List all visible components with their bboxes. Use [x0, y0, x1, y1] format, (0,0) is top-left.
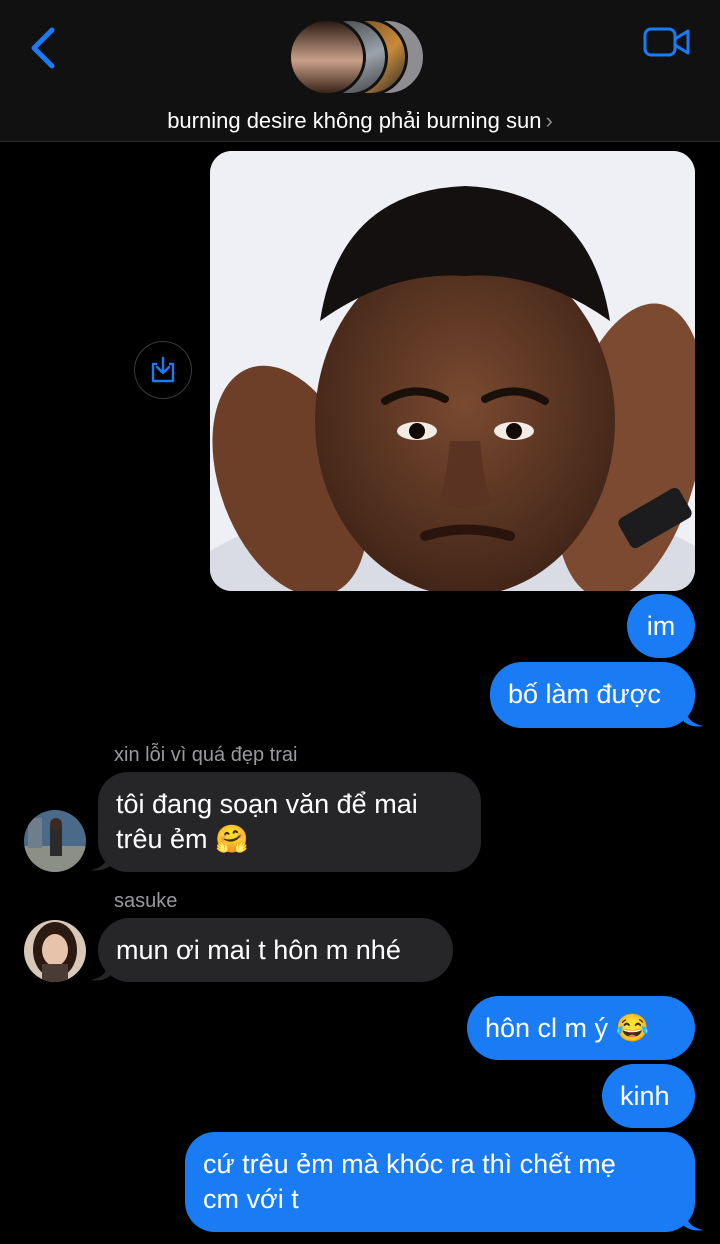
group-name-text: burning desire không phải burning sun — [167, 108, 542, 133]
video-camera-icon — [643, 27, 690, 57]
chevron-left-icon — [31, 27, 55, 69]
sender-avatar[interactable] — [24, 920, 86, 982]
outgoing-message[interactable]: im — [627, 594, 695, 658]
video-call-button[interactable] — [642, 24, 692, 62]
avatar-photo — [24, 920, 86, 982]
conversation-header: burning desire không phải burning sun › — [0, 0, 720, 142]
message-text: hôn cl m ý 😂 — [485, 1013, 650, 1043]
save-image-button[interactable] — [134, 341, 192, 399]
bubble-tail — [684, 708, 704, 727]
outgoing-message[interactable]: bố làm được — [490, 662, 695, 728]
sender-name: xin lỗi vì quá đẹp trai — [114, 744, 298, 766]
message-text: mun ơi mai t hôn m nhé — [116, 935, 401, 965]
message-text: kinh — [620, 1081, 670, 1111]
chevron-right-icon: › — [545, 108, 553, 133]
bubble-tail — [90, 962, 110, 981]
incoming-message[interactable]: mun ơi mai t hôn m nhé — [98, 918, 453, 982]
incoming-message[interactable]: tôi đang soạn văn để mai trêu ẻm 🤗 — [98, 772, 481, 872]
outgoing-message[interactable]: kinh — [602, 1064, 695, 1128]
sender-avatar[interactable] — [24, 810, 86, 872]
bubble-tail — [90, 852, 110, 871]
portrait-photo — [210, 151, 695, 591]
message-text: im — [646, 611, 676, 641]
group-avatar-stack[interactable] — [288, 18, 430, 102]
avatar-photo — [24, 810, 86, 872]
message-text-line: cứ trêu ẻm mà khóc ra thì chết mẹ — [203, 1149, 616, 1179]
group-avatar-1 — [288, 18, 366, 96]
outgoing-message[interactable]: hôn cl m ý 😂 — [467, 996, 695, 1060]
message-text-line: cm với t — [203, 1184, 299, 1214]
group-name[interactable]: burning desire không phải burning sun › — [0, 108, 720, 134]
bubble-tail — [684, 1212, 704, 1231]
message-text-line: tôi đang soạn văn để mai — [116, 789, 418, 819]
message-text: bố làm được — [508, 679, 661, 709]
image-message[interactable] — [210, 151, 695, 591]
download-icon — [151, 356, 175, 383]
message-text-line: trêu ẻm 🤗 — [116, 824, 249, 854]
back-button[interactable] — [24, 24, 64, 72]
outgoing-message[interactable]: cứ trêu ẻm mà khóc ra thì chết mẹ cm với… — [185, 1132, 695, 1232]
sender-name: sasuke — [114, 890, 178, 912]
